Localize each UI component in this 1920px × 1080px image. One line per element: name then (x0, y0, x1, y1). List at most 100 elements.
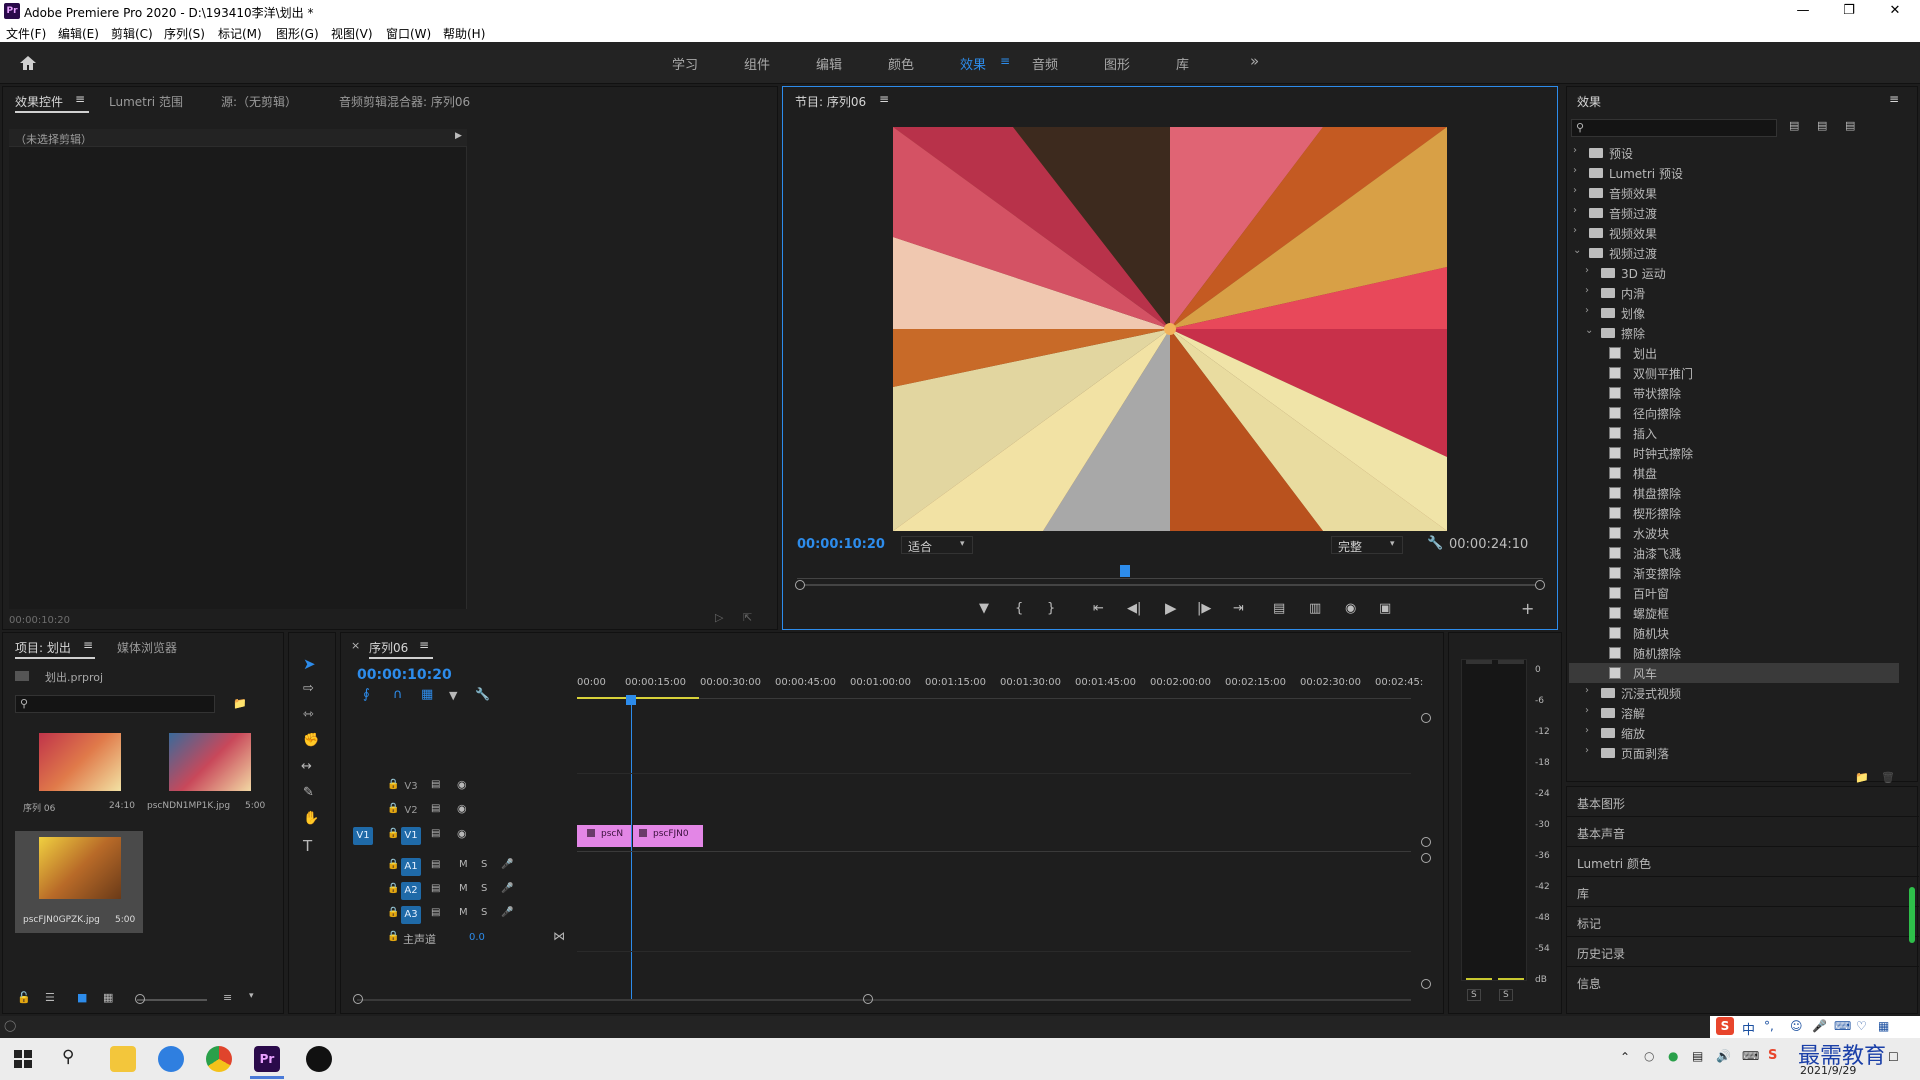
panel-menu-icon[interactable]: ≡ (1889, 92, 1899, 106)
emoji-icon[interactable]: ☺ (1790, 1019, 1803, 1033)
mark-out-icon[interactable]: } (1047, 601, 1055, 616)
add-marker-icon[interactable]: ▼ (449, 689, 457, 702)
sync-lock-icon[interactable]: ▤ (431, 828, 440, 839)
mute-button[interactable]: M (459, 907, 468, 918)
chevron-down-icon[interactable]: ⌄ (1585, 325, 1593, 336)
windows-start-icon[interactable] (14, 1050, 32, 1068)
lock-icon[interactable]: 🔒 (387, 859, 399, 870)
premiere-taskbar-icon[interactable]: Pr (254, 1046, 280, 1072)
menu-edit[interactable]: 编辑(E) (58, 25, 99, 42)
effect-item[interactable]: 油漆飞溅 (1569, 543, 1899, 563)
toolbox-icon[interactable]: ▦ (1878, 1019, 1889, 1033)
type-tool-icon[interactable]: T (303, 837, 312, 855)
effect-item[interactable]: 时钟式擦除 (1569, 443, 1899, 463)
quality-select[interactable]: 完整 ▾ (1331, 536, 1403, 554)
voice-icon[interactable]: 🎤 (1812, 1019, 1827, 1033)
snap-icon[interactable]: ∩ (393, 687, 403, 702)
menu-graphics[interactable]: 图形(G) (276, 25, 319, 42)
track-label[interactable]: A1 (401, 858, 421, 876)
scroll-handle[interactable] (1421, 979, 1431, 989)
mute-button[interactable]: M (459, 859, 468, 870)
effect-item[interactable]: 随机擦除 (1569, 643, 1899, 663)
keyboard-icon[interactable]: ⌨ (1834, 1019, 1851, 1033)
effect-item[interactable]: 棋盘擦除 (1569, 483, 1899, 503)
effect-folder[interactable]: › 预设 (1569, 143, 1899, 163)
slip-tool-icon[interactable]: ↔ (301, 759, 312, 774)
workspace-audio[interactable]: 音频 (1032, 54, 1058, 73)
effects-panel-title[interactable]: 效果 (1577, 93, 1601, 110)
panel-menu-icon[interactable]: ≡ (879, 92, 889, 106)
tab-audio-clip-mixer[interactable]: 音频剪辑混合器: 序列06 (339, 93, 470, 110)
marker-icon[interactable]: ▼ (979, 601, 989, 616)
effect-folder[interactable]: › 沉浸式视频 (1569, 683, 1899, 703)
go-to-in-icon[interactable]: ⇤ (1093, 601, 1104, 616)
effect-item[interactable]: 径向擦除 (1569, 403, 1899, 423)
ime-tray-icon[interactable]: ⌨ (1742, 1049, 1759, 1063)
close-icon[interactable]: ✕ (1872, 0, 1918, 22)
solo-button[interactable]: S (481, 859, 487, 870)
chevron-right-icon[interactable]: › (1585, 725, 1589, 736)
effect-folder[interactable]: › 视频效果 (1569, 223, 1899, 243)
effect-folder[interactable]: ⌄ 视频过渡 (1569, 243, 1899, 263)
add-button-icon[interactable]: + (1521, 599, 1534, 618)
microphone-icon[interactable]: 🎤 (501, 907, 513, 918)
accelerated-effects-icon[interactable]: ▤ (1789, 119, 1799, 132)
camera-icon[interactable]: ◉ (1345, 601, 1356, 616)
effect-item[interactable]: 水波块 (1569, 523, 1899, 543)
effect-folder[interactable]: › 3D 运动 (1569, 263, 1899, 283)
wrench-icon[interactable]: 🔧 (1427, 536, 1443, 551)
zoom-handle-right[interactable] (1535, 580, 1545, 590)
mark-in-icon[interactable]: { (1015, 601, 1023, 616)
effect-folder[interactable]: › 缩放 (1569, 723, 1899, 743)
menu-clip[interactable]: 剪辑(C) (111, 25, 153, 42)
tab-source[interactable]: 源:（无剪辑） (221, 93, 297, 110)
tab-lumetri-scopes[interactable]: Lumetri 范围 (109, 93, 183, 110)
razor-tool-icon[interactable]: ✊ (303, 733, 319, 748)
freeform-view-icon[interactable]: ▦ (103, 991, 113, 1004)
trash-icon[interactable]: 🗑 (1881, 771, 1895, 784)
effect-folder[interactable]: › 页面剥落 (1569, 743, 1899, 763)
sync-lock-icon[interactable]: ▤ (431, 859, 440, 870)
effect-folder[interactable]: › Lumetri 预设 (1569, 163, 1899, 183)
solo-left-button[interactable]: S (1467, 989, 1481, 1001)
volume-icon[interactable]: 🔊 (1716, 1049, 1731, 1063)
punctuation-icon[interactable]: °, (1764, 1019, 1774, 1033)
solo-right-button[interactable]: S (1499, 989, 1513, 1001)
effect-item[interactable]: 插入 (1569, 423, 1899, 443)
lock-icon[interactable]: 🔓 (17, 991, 31, 1004)
track-label[interactable]: V2 (401, 802, 421, 820)
yuv-effects-icon[interactable]: ▤ (1845, 119, 1855, 132)
slider-handle[interactable] (135, 994, 145, 1004)
master-volume-value[interactable]: 0.0 (469, 932, 485, 943)
panel-libraries[interactable]: 库 (1567, 877, 1919, 907)
workspace-more-icon[interactable]: » (1250, 52, 1259, 70)
pen-tool-icon[interactable]: ✎ (303, 785, 314, 800)
tab-project[interactable]: 项目: 划出 (15, 639, 71, 656)
notification-icon[interactable]: ☐ (1888, 1050, 1899, 1064)
chevron-right-icon[interactable]: › (1585, 305, 1589, 316)
scroll-handle[interactable] (1421, 853, 1431, 863)
chrome-icon[interactable] (206, 1046, 232, 1072)
sync-lock-icon[interactable]: ▤ (431, 883, 440, 894)
zoom-handle-left[interactable] (795, 580, 805, 590)
chevron-right-icon[interactable]: › (1585, 745, 1589, 756)
timeline-settings-icon[interactable]: 🔧 (475, 687, 490, 701)
chevron-right-icon[interactable]: › (1573, 185, 1577, 196)
menu-window[interactable]: 窗口(W) (386, 25, 431, 42)
linked-selection-icon[interactable]: ▦ (421, 687, 433, 702)
program-current-timecode[interactable]: 00:00:10:20 (797, 537, 885, 552)
chevron-down-icon[interactable]: ▾ (249, 991, 254, 1001)
effect-item[interactable]: 随机块 (1569, 623, 1899, 643)
chevron-right-icon[interactable]: › (1585, 285, 1589, 296)
lift-icon[interactable]: ▤ (1273, 601, 1285, 616)
effects-search-input[interactable]: ⚲ (1571, 119, 1777, 137)
green-scroll-indicator[interactable] (1909, 887, 1915, 943)
32bit-effects-icon[interactable]: ▤ (1817, 119, 1827, 132)
track-label[interactable]: V1 (401, 827, 421, 845)
lock-icon[interactable]: 🔒 (387, 883, 399, 894)
program-playhead[interactable] (1120, 565, 1131, 577)
effect-item[interactable]: 渐变擦除 (1569, 563, 1899, 583)
track-label[interactable]: V3 (401, 778, 421, 796)
panel-menu-icon[interactable]: ≡ (75, 92, 85, 106)
effect-item[interactable]: 风车 (1569, 663, 1899, 683)
